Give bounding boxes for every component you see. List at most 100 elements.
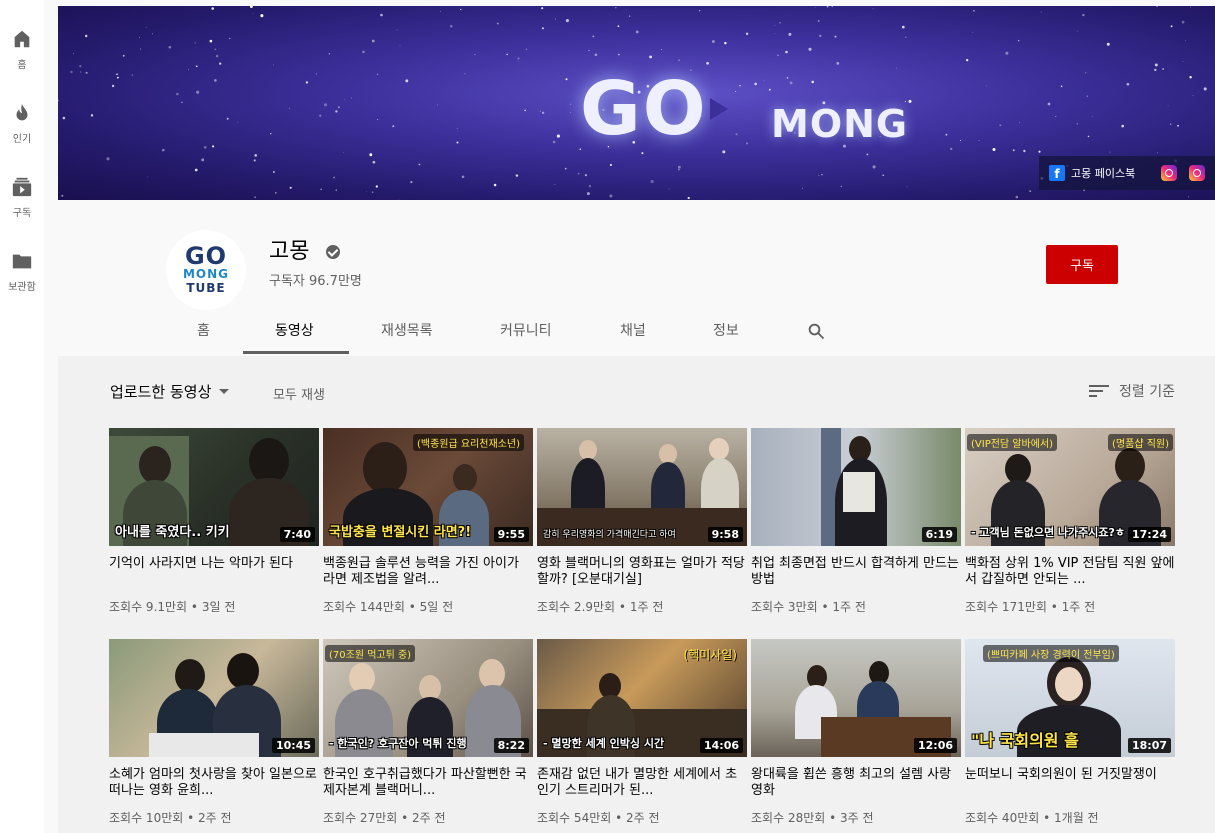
- star: [901, 25, 905, 29]
- video-age: 3일 전: [201, 600, 236, 614]
- channel-avatar[interactable]: GO MONG TUBE: [166, 230, 246, 310]
- tab-community[interactable]: 커뮤니티: [500, 320, 552, 340]
- video-card[interactable]: (쁘띠카페 사장 경력이 전부임) "나 국회의원 흘 18:07 눈떠보니 국…: [965, 639, 1175, 826]
- video-title[interactable]: 기억이 사라지면 나는 악마가 된다: [109, 556, 319, 588]
- star: [763, 80, 765, 81]
- video-thumbnail[interactable]: 6:19: [751, 428, 961, 546]
- video-thumbnail[interactable]: 12:06: [751, 639, 961, 757]
- star: [588, 50, 590, 52]
- guide-item-library[interactable]: 보관함: [0, 250, 44, 293]
- tab-home[interactable]: 홈: [197, 320, 210, 340]
- instagram-icon[interactable]: [1189, 165, 1206, 181]
- star: [1187, 196, 1190, 198]
- uploaded-videos-dropdown[interactable]: 업로드한 동영상: [110, 381, 230, 402]
- star: [789, 81, 793, 85]
- video-thumbnail[interactable]: 감히 우리영화의 가격매긴다고 하여 9:58: [537, 428, 747, 546]
- instagram-icon[interactable]: [1161, 165, 1178, 181]
- banner-logo-go: GO: [580, 66, 708, 152]
- star: [814, 7, 816, 8]
- star: [834, 35, 837, 38]
- star: [1076, 30, 1078, 32]
- star: [552, 140, 556, 144]
- video-card[interactable]: (70조원 먹고튀 중) - 한국인? 호구잔아 먹튀 진행 8:22 한국인 …: [323, 639, 533, 826]
- guide-item-home[interactable]: 홈: [0, 28, 44, 71]
- star: [315, 73, 317, 75]
- tab-channels[interactable]: 채널: [620, 320, 646, 340]
- video-age: 2주 전: [198, 811, 232, 825]
- star: [649, 55, 653, 59]
- star: [464, 73, 466, 75]
- video-thumbnail[interactable]: 아내를 죽였다.. 키키 7:40: [109, 428, 319, 546]
- sort-by-button[interactable]: 정렬 기준: [1089, 381, 1175, 401]
- video-meta: 조회수 27만회 • 2주 전: [323, 811, 446, 825]
- star: [554, 184, 556, 186]
- tab-about[interactable]: 정보: [713, 320, 739, 340]
- video-card[interactable]: 10:45 소혜가 엄마의 첫사랑을 찾아 일본으로 떠나는 영화 윤희... …: [109, 639, 319, 826]
- star: [517, 57, 520, 60]
- star: [836, 62, 840, 65]
- star: [818, 175, 820, 177]
- star: [872, 165, 876, 169]
- video-title[interactable]: 왕대륙을 휩쓴 흥행 최고의 설렘 사랑 영화: [751, 767, 961, 799]
- video-thumbnail[interactable]: 10:45: [109, 639, 319, 757]
- star: [493, 183, 497, 187]
- video-card[interactable]: 6:19 취업 최종면접 반드시 합격하게 만드는 방법 조회수 3만회 • 1…: [751, 428, 961, 615]
- guide-label: 구독: [12, 208, 32, 219]
- video-meta: 조회수 144만회 • 5일 전: [323, 600, 454, 614]
- star: [440, 10, 441, 12]
- video-title[interactable]: 한국인 호구취급했다가 파산할뻔한 국제자본계 블랙머니...: [323, 767, 533, 799]
- subscribe-button[interactable]: 구독: [1046, 245, 1118, 284]
- video-title[interactable]: 백화점 상위 1% VIP 전담팀 직원 앞에서 갑질하면 안되는 ...: [965, 556, 1175, 588]
- facebook-link[interactable]: 고몽 페이스북: [1071, 165, 1135, 181]
- star: [1023, 149, 1026, 153]
- video-title[interactable]: 백종원급 솔루션 능력을 가진 아이가 라면 제조법을 알려...: [323, 556, 533, 588]
- video-age: 1개월 전: [1054, 811, 1099, 825]
- guide-label: 홈: [17, 60, 27, 71]
- star: [779, 21, 781, 24]
- video-card[interactable]: 감히 우리영화의 가격매긴다고 하여 9:58 영화 블랙머니의 영화표는 얼마…: [537, 428, 747, 615]
- video-title[interactable]: 눈떠보니 국회의원이 된 거짓말쟁이: [965, 767, 1175, 799]
- star: [79, 65, 82, 68]
- star: [456, 141, 459, 144]
- video-meta: 조회수 54만회 • 2주 전: [537, 811, 660, 825]
- star: [146, 176, 148, 178]
- video-title[interactable]: 존재감 없던 내가 멸망한 세계에서 초인기 스트리머가 된...: [537, 767, 747, 799]
- star: [774, 24, 776, 26]
- video-thumbnail[interactable]: (백종원급 요리천재소년) 국밥충을 변절시킨 라면?! 9:55: [323, 428, 533, 546]
- star: [592, 35, 595, 38]
- star: [111, 84, 115, 88]
- video-card[interactable]: 12:06 왕대륙을 휩쓴 흥행 최고의 설렘 사랑 영화 조회수 28만회 •…: [751, 639, 961, 826]
- tab-playlists[interactable]: 재생목록: [381, 320, 433, 340]
- video-card[interactable]: (VIP전담 알바에서) (명품샵 직원) - 고객님 돈없으면 나가주시죠?ㅎ…: [965, 428, 1175, 615]
- guide-item-subscriptions[interactable]: 구독: [0, 176, 44, 219]
- star: [215, 54, 219, 58]
- star: [122, 54, 125, 57]
- video-title[interactable]: 취업 최종면접 반드시 합격하게 만드는 방법: [751, 556, 961, 588]
- trending-icon: [16, 103, 28, 121]
- video-card[interactable]: (백종원급 요리천재소년) 국밥충을 변절시킨 라면?! 9:55 백종원급 솔…: [323, 428, 533, 615]
- video-thumbnail[interactable]: (VIP전담 알바에서) (명품샵 직원) - 고객님 돈없으면 나가주시죠?ㅎ…: [965, 428, 1175, 546]
- video-card[interactable]: 아내를 죽였다.. 키키 7:40 기억이 사라지면 나는 악마가 된다 조회수…: [109, 428, 319, 615]
- play-all-button[interactable]: 모두 재생: [273, 384, 325, 403]
- star: [323, 103, 328, 107]
- star: [1040, 11, 1042, 13]
- avatar-text: TUBE: [186, 281, 226, 295]
- star: [906, 186, 908, 188]
- star: [668, 188, 670, 190]
- video-thumbnail[interactable]: (70조원 먹고튀 중) - 한국인? 호구잔아 먹튀 진행 8:22: [323, 639, 533, 757]
- star: [1086, 95, 1089, 97]
- video-thumbnail[interactable]: (핵미사일) - 멸망한 세계 인박싱 시간 14:06: [537, 639, 747, 757]
- video-title[interactable]: 소혜가 엄마의 첫사랑을 찾아 일본으로 떠나는 영화 윤희...: [109, 767, 319, 799]
- video-card[interactable]: (핵미사일) - 멸망한 세계 인박싱 시간 14:06 존재감 없던 내가 멸…: [537, 639, 747, 826]
- tab-videos[interactable]: 동영상: [275, 320, 314, 340]
- star: [62, 116, 66, 120]
- facebook-icon[interactable]: f: [1049, 165, 1065, 181]
- star: [1060, 85, 1063, 88]
- guide-item-trending[interactable]: 인기: [0, 102, 44, 145]
- star: [337, 106, 340, 109]
- star: [817, 19, 820, 22]
- search-icon[interactable]: [807, 322, 825, 340]
- video-title[interactable]: 영화 블랙머니의 영화표는 얼마가 적당할까? [오분대기실]: [537, 556, 747, 588]
- video-thumbnail[interactable]: (쁘띠카페 사장 경력이 전부임) "나 국회의원 흘 18:07: [965, 639, 1175, 757]
- star: [366, 191, 367, 192]
